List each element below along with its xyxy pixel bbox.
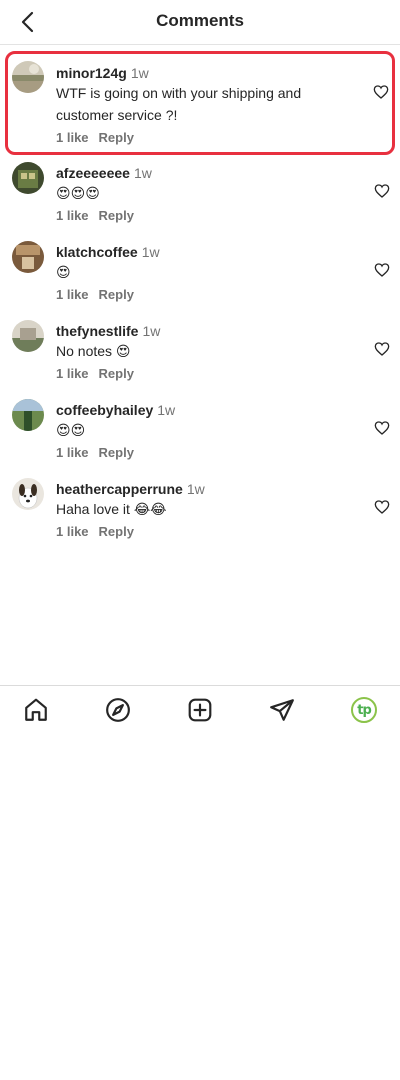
- comment-time: 1w: [157, 402, 176, 418]
- comment-content: afzeeeeeee 1w 😍😍😍 1 like Reply: [56, 164, 364, 223]
- comment-time: 1w: [133, 165, 152, 181]
- nav-direct[interactable]: [268, 696, 296, 724]
- comment-time: 1w: [141, 244, 160, 260]
- header-bar: Comments: [0, 0, 400, 45]
- heart-icon[interactable]: [374, 420, 390, 436]
- avatar[interactable]: [12, 478, 44, 510]
- heart-icon[interactable]: [374, 262, 390, 278]
- comment-item: heathercapperrune 1w Haha love it 😂😂 1 li…: [0, 474, 400, 548]
- comment-text: WTF is going on with your shipping and c…: [56, 85, 302, 123]
- comment-text: No notes 😍: [56, 343, 131, 359]
- reply-button[interactable]: Reply: [99, 287, 134, 302]
- heart-icon[interactable]: [373, 84, 389, 100]
- avatar[interactable]: [12, 399, 44, 431]
- comment-content: coffeebyhailey 1w 😍😍 1 like Reply: [56, 401, 364, 460]
- nav-home[interactable]: [22, 696, 50, 724]
- nav-profile[interactable]: tp: [350, 696, 378, 724]
- like-count[interactable]: 1 like: [56, 366, 89, 381]
- avatar[interactable]: [12, 320, 44, 352]
- comment-time: 1w: [186, 481, 205, 497]
- heart-icon[interactable]: [374, 499, 390, 515]
- comment-username[interactable]: coffeebyhailey: [56, 402, 153, 418]
- comment-text: 😍😍: [56, 422, 86, 438]
- comment-username[interactable]: thefynestlife: [56, 323, 138, 339]
- like-count[interactable]: 1 like: [56, 445, 89, 460]
- avatar[interactable]: [12, 162, 44, 194]
- comment-username[interactable]: klatchcoffee: [56, 244, 138, 260]
- comment-username[interactable]: minor124g: [56, 65, 127, 81]
- like-count[interactable]: 1 like: [56, 287, 89, 302]
- comment-content: klatchcoffee 1w 😍 1 like Reply: [56, 243, 364, 302]
- comment-item: afzeeeeeee 1w 😍😍😍 1 like Reply: [0, 158, 400, 232]
- reply-button[interactable]: Reply: [99, 445, 134, 460]
- comment-username[interactable]: heathercapperrune: [56, 481, 183, 497]
- explore-icon: [106, 698, 130, 722]
- comment-time: 1w: [142, 323, 161, 339]
- comment-text: 😍😍😍: [56, 185, 100, 201]
- create-icon: [188, 698, 212, 722]
- like-count[interactable]: 1 like: [56, 208, 89, 223]
- comment-item: klatchcoffee 1w 😍 1 like Reply: [0, 237, 400, 311]
- reply-button[interactable]: Reply: [99, 524, 134, 539]
- comment-text: Haha love it 😂😂: [56, 501, 167, 517]
- comment-time: 1w: [130, 65, 149, 81]
- direct-icon: [270, 699, 294, 721]
- like-count[interactable]: 1 like: [56, 130, 89, 145]
- comment-item: coffeebyhailey 1w 😍😍 1 like Reply: [0, 395, 400, 469]
- reply-button[interactable]: Reply: [99, 208, 134, 223]
- reply-button[interactable]: Reply: [99, 366, 134, 381]
- bottom-nav: tp: [0, 685, 400, 734]
- comment-item: minor124g 1w WTF is going on with your sh…: [5, 51, 395, 155]
- heart-icon[interactable]: [374, 183, 390, 199]
- profile-icon: tp: [351, 697, 377, 723]
- heart-icon[interactable]: [374, 341, 390, 357]
- home-icon: [25, 698, 47, 721]
- comment-content: minor124g 1w WTF is going on with your sh…: [56, 64, 356, 145]
- comment-text: 😍: [56, 264, 71, 280]
- page-title: Comments: [156, 11, 244, 30]
- like-count[interactable]: 1 like: [56, 524, 89, 539]
- comment-content: heathercapperrune 1w Haha love it 😂😂 1 li…: [56, 480, 364, 539]
- nav-explore[interactable]: [104, 696, 132, 724]
- reply-button[interactable]: Reply: [99, 130, 134, 145]
- comment-username[interactable]: afzeeeeeee: [56, 165, 130, 181]
- nav-create[interactable]: [186, 696, 214, 724]
- avatar[interactable]: [12, 241, 44, 273]
- avatar[interactable]: [12, 61, 44, 93]
- comment-item: thefynestlife 1w No notes 😍 1 like Reply: [0, 316, 400, 390]
- comment-content: thefynestlife 1w No notes 😍 1 like Reply: [56, 322, 364, 381]
